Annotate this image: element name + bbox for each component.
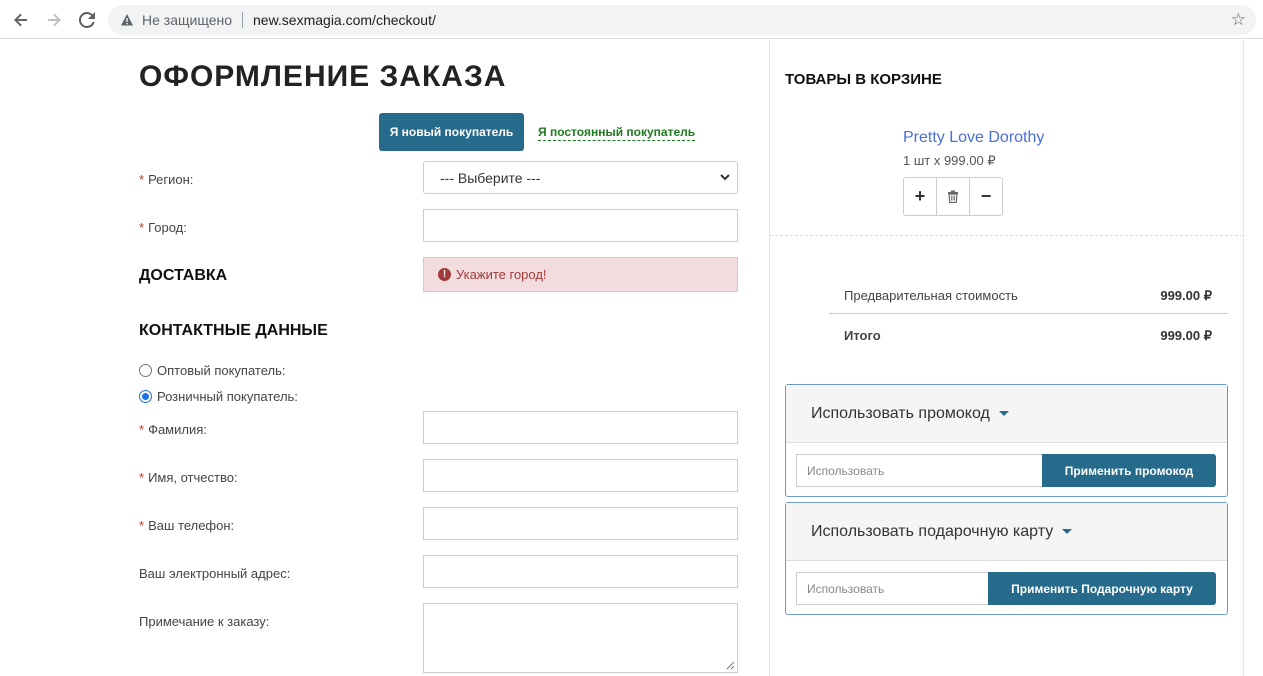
wholesale-radio[interactable] — [139, 364, 152, 377]
exclamation-circle-icon: ! — [438, 268, 451, 281]
product-quantity: 1 шт x 999.00 ₽ — [903, 153, 996, 168]
promo-toggle[interactable]: Использовать промокод — [786, 385, 1227, 443]
firstname-input[interactable] — [423, 459, 738, 492]
minus-icon[interactable]: − — [969, 178, 1002, 215]
warning-icon — [121, 14, 133, 26]
city-input[interactable] — [423, 209, 738, 242]
back-arrow-icon[interactable] — [9, 8, 33, 32]
contacts-heading: КОНТАКТНЫЕ ДАННЫЕ — [139, 322, 328, 339]
security-label: Не защищено — [142, 12, 232, 28]
forward-arrow-icon[interactable] — [42, 8, 66, 32]
address-bar[interactable]: Не защищено new.sexmagia.com/checkout/ ☆ — [108, 5, 1256, 35]
page-title: ОФОРМЛЕНИЕ ЗАКАЗА — [139, 60, 507, 93]
new-customer-tab[interactable]: Я новый покупатель — [379, 113, 524, 151]
product-link[interactable]: Pretty Love Dorothy — [903, 129, 1044, 147]
region-select[interactable]: --- Выберите --- — [423, 161, 738, 194]
delivery-heading: ДОСТАВКА — [139, 267, 228, 284]
column-divider — [769, 40, 770, 676]
retail-radio[interactable] — [139, 390, 152, 403]
lastname-label: * Фамилия: — [139, 422, 207, 437]
firstname-label: * Имя, отчество: — [139, 470, 238, 485]
apply-gift-card-button[interactable]: Применить Подарочную карту — [988, 572, 1216, 605]
total-value: 999.00 ₽ — [1160, 328, 1212, 343]
url-text: new.sexmagia.com/checkout/ — [253, 12, 436, 28]
reload-icon[interactable] — [75, 8, 99, 32]
quantity-controls: + − — [903, 177, 1003, 216]
city-error-text: Укажите город! — [456, 267, 547, 282]
subtotal-label: Предварительная стоимость — [844, 288, 1018, 303]
cart-title: ТОВАРЫ В КОРЗИНЕ — [785, 71, 942, 88]
plus-icon[interactable]: + — [904, 178, 936, 215]
bookmark-star-icon[interactable]: ☆ — [1231, 10, 1246, 30]
retail-buyer-option[interactable]: Розничный покупатель: — [139, 389, 298, 404]
gift-card-title: Использовать подарочную карту — [811, 522, 1054, 540]
city-label: * Город: — [139, 220, 187, 235]
page-edge-divider — [1243, 40, 1244, 676]
email-input[interactable] — [423, 555, 738, 588]
returning-customer-link[interactable]: Я постоянный покупатель — [538, 125, 696, 141]
region-select-value: --- Выберите --- — [440, 169, 541, 186]
region-label: * Регион: — [139, 172, 194, 187]
gift-card-input[interactable]: Использовать — [796, 572, 989, 605]
gift-card-toggle[interactable]: Использовать подарочную карту — [786, 503, 1227, 561]
gift-card-panel: Использовать подарочную карту Использова… — [785, 502, 1228, 615]
wholesale-buyer-option[interactable]: Оптовый покупатель: — [139, 363, 285, 378]
wholesale-label: Оптовый покупатель: — [157, 363, 286, 378]
lastname-input[interactable] — [423, 411, 738, 444]
resize-grip-icon[interactable] — [726, 661, 735, 670]
promo-input[interactable]: Использовать — [796, 454, 1043, 487]
email-label: Ваш электронный адрес: — [139, 566, 291, 581]
trash-icon[interactable] — [936, 178, 969, 215]
chevron-down-icon — [720, 174, 730, 181]
retail-label: Розничный покупатель: — [157, 389, 298, 404]
promo-title: Использовать промокод — [811, 404, 990, 422]
comment-label: Примечание к заказу: — [139, 614, 270, 629]
caret-down-icon — [1062, 529, 1073, 534]
comment-textarea[interactable] — [423, 603, 738, 673]
subtotal-value: 999.00 ₽ — [1160, 288, 1212, 303]
phone-input[interactable] — [423, 507, 738, 540]
total-label: Итого — [844, 328, 881, 343]
phone-label: * Ваш телефон: — [139, 518, 235, 533]
promo-panel: Использовать промокод Использовать Приме… — [785, 384, 1228, 497]
city-error-alert: ! Укажите город! — [423, 257, 738, 292]
browser-toolbar: Не защищено new.sexmagia.com/checkout/ ☆ — [0, 0, 1263, 39]
apply-promo-button[interactable]: Применить промокод — [1042, 454, 1216, 487]
divider — [242, 12, 243, 28]
caret-down-icon — [998, 411, 1009, 416]
cart-separator — [770, 235, 1243, 236]
totals-divider — [829, 313, 1228, 314]
